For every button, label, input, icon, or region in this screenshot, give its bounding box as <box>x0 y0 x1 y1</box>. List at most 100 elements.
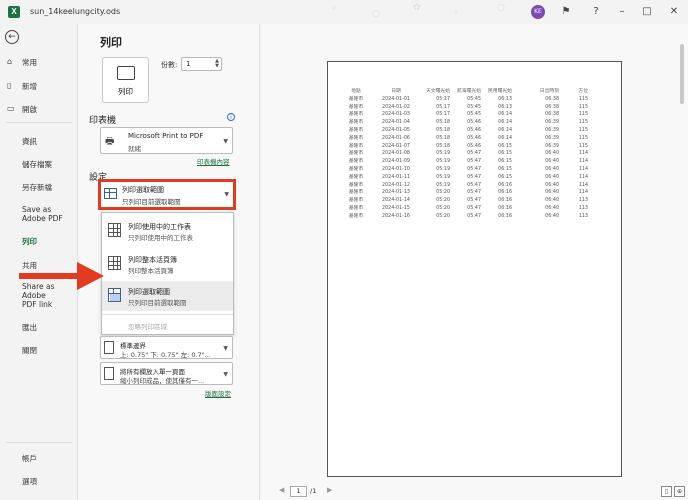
table-cell: 06:15 <box>498 151 512 157</box>
table-header-row: 地點 日期 天文曙光始 航海曙光始 民用曙光始 日出時刻 方位 <box>342 88 588 96</box>
table-cell: 06:38 <box>545 104 559 110</box>
table-cell: 基隆市 <box>348 151 364 157</box>
print-range-select[interactable]: 列印選取範圍 只列印目前選取範圍 ▼ <box>98 179 236 210</box>
table-cell: 2024-01-07 <box>382 143 410 149</box>
scaling-icon <box>104 367 114 380</box>
avatar[interactable]: KE <box>531 5 545 19</box>
table-cell: 05:18 <box>436 143 450 149</box>
printer-icon <box>116 66 135 80</box>
table-cell: 113 <box>578 205 588 211</box>
table-cell: 2024-01-02 <box>382 104 410 110</box>
table-row: 基隆市 2024-01-10 05:19 05:47 06:15 06:40 114 <box>342 166 588 174</box>
table-cell: 05:20 <box>436 205 450 211</box>
workbook-icon <box>108 256 121 270</box>
nav-open[interactable]: ▭ 開啟 <box>0 104 78 115</box>
table-row: 基隆市 2024-01-16 05:20 05:47 06:16 06:40 113 <box>342 213 588 221</box>
column-header: 地點 <box>351 89 361 94</box>
option-print-workbook[interactable]: 列印整本活頁簿 列印整本活頁簿 <box>102 249 233 279</box>
table-cell: 2024-01-06 <box>382 135 410 141</box>
next-page-icon[interactable]: ▶ <box>327 486 332 494</box>
nav-export[interactable]: 匯出 <box>0 322 78 333</box>
table-cell: 05:47 <box>467 159 481 165</box>
table-cell: 113 <box>578 198 588 204</box>
ignore-print-area-option[interactable]: 忽略列印區域 <box>128 321 167 331</box>
nav-options[interactable]: 選項 <box>0 476 78 487</box>
table-cell: 06:38 <box>545 112 559 118</box>
nav-account[interactable]: 帳戶 <box>0 453 78 464</box>
column-header: 航海曙光始 <box>457 89 481 94</box>
prev-page-icon[interactable]: ◀ <box>279 486 284 494</box>
printer-properties-link[interactable]: 印表機內容 <box>197 156 230 166</box>
table-cell: 05:19 <box>436 182 450 188</box>
table-cell: 05:20 <box>436 213 450 219</box>
table-cell: 05:45 <box>467 112 481 118</box>
table-cell: 2024-01-11 <box>382 174 410 180</box>
nav-info[interactable]: 資訊 <box>0 136 78 147</box>
table-cell: 06:40 <box>545 174 559 180</box>
table-cell: 06:16 <box>498 182 512 188</box>
help-icon[interactable]: ? <box>589 5 603 19</box>
table-cell: 05:47 <box>467 166 481 172</box>
column-header: 天文曙光始 <box>426 89 450 94</box>
table-cell: 115 <box>578 143 588 149</box>
show-margins-icon[interactable]: ▯ <box>661 486 672 497</box>
table-cell: 114 <box>578 174 588 180</box>
page-number-input[interactable]: 1 <box>290 486 307 497</box>
spinner-icon[interactable]: ▲ ▼ <box>215 59 219 69</box>
nav-new[interactable]: ▯ 新增 <box>0 81 78 92</box>
table-cell: 06:16 <box>498 205 512 211</box>
zoom-to-page-icon[interactable]: ⊕ <box>674 486 685 497</box>
table-cell: 115 <box>578 135 588 141</box>
selection-range-icon <box>104 188 117 199</box>
table-cell: 06:16 <box>498 198 512 204</box>
chevron-down-icon: ▼ <box>223 138 228 145</box>
back-arrow-icon[interactable]: ← <box>5 30 19 44</box>
table-row: 基隆市 2024-01-07 05:18 05:46 06:15 06:39 115 <box>342 143 588 151</box>
maximize-icon[interactable]: □ <box>640 5 654 19</box>
scroll-thumb[interactable] <box>680 44 684 104</box>
table-cell: 06:40 <box>545 151 559 157</box>
table-cell: 05:46 <box>467 143 481 149</box>
table-cell: 基隆市 <box>348 96 364 102</box>
column-header: 方位 <box>578 89 588 94</box>
copies-input[interactable]: 1 ▲ ▼ <box>181 57 222 71</box>
margins-icon <box>104 341 114 354</box>
nav-save[interactable]: 儲存檔案 <box>0 159 78 170</box>
close-icon[interactable]: ✕ <box>667 5 681 19</box>
print-button[interactable]: 列印 <box>102 57 149 103</box>
table-cell: 06:39 <box>545 127 559 133</box>
table-cell: 05:47 <box>467 182 481 188</box>
nav-home[interactable]: ⌂ 常用 <box>0 57 78 68</box>
table-cell: 114 <box>578 190 588 196</box>
printer-select[interactable]: 🖶 Microsoft Print to PDF 就緒 ▼ <box>100 127 233 154</box>
table-cell: 06:16 <box>498 213 512 219</box>
table-cell: 2024-01-08 <box>382 151 410 157</box>
table-row: 基隆市 2024-01-15 05:20 05:47 06:16 06:40 113 <box>342 205 588 213</box>
table-cell: 05:47 <box>467 198 481 204</box>
table-row: 基隆市 2024-01-09 05:19 05:47 06:15 06:40 114 <box>342 158 588 166</box>
scaling-select[interactable]: 將所有欄放入單一頁面 縮小列印成品，使其僅有一... ▼ <box>100 362 233 385</box>
table-row: 基隆市 2024-01-04 05:18 05:46 06:14 06:39 115 <box>342 119 588 127</box>
nav-print[interactable]: 列印 <box>0 236 78 247</box>
preview-scrollbar[interactable] <box>677 24 688 476</box>
page-setup-link[interactable]: 版面設定 <box>205 388 231 398</box>
selection-range-icon <box>108 288 121 302</box>
nav-save-as[interactable]: 另存新檔 <box>0 182 78 193</box>
column-header: 日出時刻 <box>539 89 559 94</box>
table-cell: 06:39 <box>545 120 559 126</box>
table-cell: 06:14 <box>498 112 512 118</box>
table-cell: 114 <box>578 166 588 172</box>
option-print-selection[interactable]: 列印選取範圍 只列印目前選取範圍 <box>102 281 233 311</box>
table-cell: 05:20 <box>436 198 450 204</box>
table-cell: 基隆市 <box>348 143 364 149</box>
option-print-active-sheets[interactable]: 列印使用中的工作表 只列印使用中的工作表 <box>102 216 233 246</box>
table-cell: 06:40 <box>545 182 559 188</box>
feedback-icon[interactable]: ⚑ <box>559 5 573 19</box>
info-icon[interactable]: i <box>227 113 235 121</box>
nav-save-as-adobe-pdf[interactable]: Save as Adobe PDF <box>0 205 74 223</box>
margins-select[interactable]: 標準邊界 上: 0.75" 下: 0.75" 左: 0.7"... ▼ <box>100 336 233 359</box>
page-total: /1 <box>310 487 317 495</box>
minimize-icon[interactable]: – <box>615 5 629 19</box>
table-row: 基隆市 2024-01-11 05:19 05:47 06:15 06:40 114 <box>342 174 588 182</box>
nav-close[interactable]: 關閉 <box>0 345 78 356</box>
